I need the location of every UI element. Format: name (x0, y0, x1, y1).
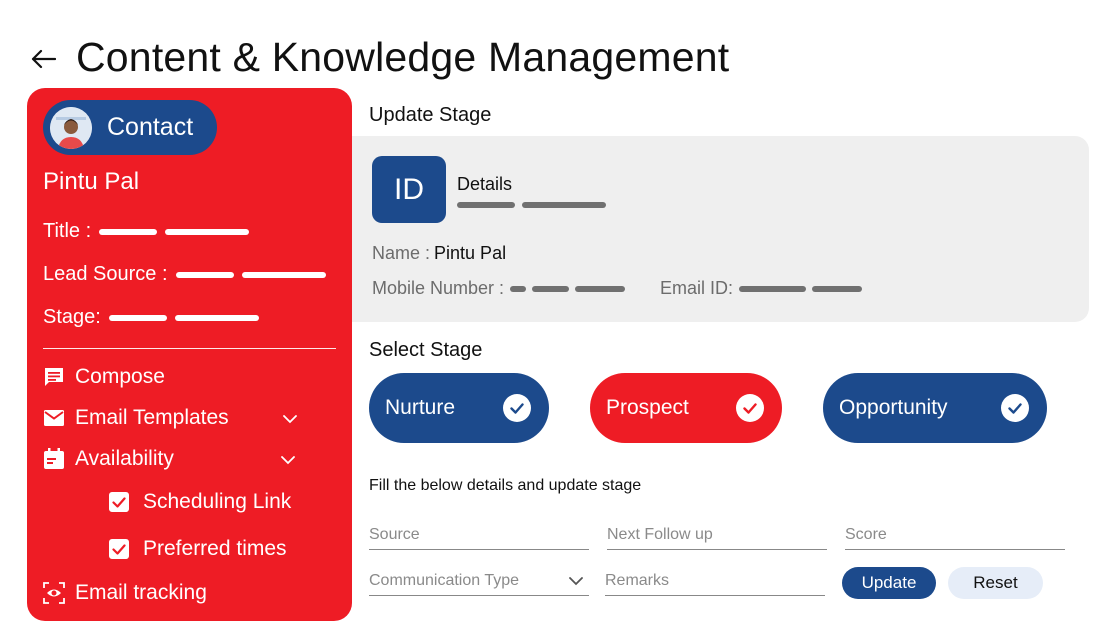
score-input[interactable] (845, 525, 1065, 544)
sidebar-item-email-tracking[interactable]: Email tracking (43, 581, 207, 605)
details-value-placeholder (457, 202, 515, 208)
mobile-label: Mobile Number : (372, 278, 505, 298)
next-follow-up-field (607, 520, 827, 550)
details-value-placeholder (522, 202, 606, 208)
mobile-value-placeholder (510, 285, 527, 292)
remarks-input[interactable] (605, 571, 825, 590)
name-value: Pintu Pal (434, 243, 507, 263)
update-button[interactable]: Update (842, 567, 936, 599)
sidebar-subitem-scheduling-link[interactable]: Scheduling Link (109, 490, 291, 514)
check-circle-icon (1001, 394, 1029, 422)
contact-pill[interactable]: Contact (43, 100, 217, 155)
lead-source-value-placeholder (175, 271, 234, 278)
check-circle-icon (736, 394, 764, 422)
stage-label: Prospect (606, 396, 689, 419)
sidebar-item-availability[interactable]: Availability (43, 447, 174, 471)
stage-row: Stage: (43, 306, 259, 329)
calendar-icon (43, 448, 65, 470)
title-label: Title : (43, 220, 92, 242)
name-label: Name : (372, 243, 431, 263)
select-stage-title: Select Stage (369, 339, 483, 361)
checkbox-checked-icon[interactable] (109, 492, 129, 512)
id-badge: ID (372, 156, 446, 223)
stage-label: Nurture (385, 396, 456, 419)
update-stage-title: Update Stage (369, 104, 492, 126)
email-value-placeholder (812, 285, 863, 292)
source-field (369, 520, 589, 550)
sidebar-item-label: Compose (75, 365, 165, 388)
stage-label: Stage: (43, 306, 101, 328)
sidebar-item-label: Email Templates (75, 406, 229, 429)
lead-source-label: Lead Source : (43, 263, 168, 285)
sidebar-item-compose[interactable]: Compose (43, 365, 165, 389)
title-row: Title : (43, 220, 250, 243)
back-arrow-icon[interactable] (28, 44, 58, 74)
reset-button[interactable]: Reset (948, 567, 1043, 599)
mobile-row: Mobile Number : (372, 278, 626, 299)
chevron-down-icon[interactable] (569, 574, 583, 588)
remarks-field (605, 566, 825, 596)
stage-option-nurture[interactable]: Nurture (369, 373, 549, 443)
sidebar-item-email-templates[interactable]: Email Templates (43, 406, 229, 430)
contact-name: Pintu Pal (43, 168, 140, 195)
email-row: Email ID: (660, 278, 863, 299)
check-circle-icon (503, 394, 531, 422)
next-follow-up-input[interactable] (607, 525, 827, 544)
eye-tracking-icon (43, 582, 65, 604)
sidebar-subitem-preferred-times[interactable]: Preferred times (109, 537, 287, 561)
title-value-placeholder (165, 228, 250, 235)
email-label: Email ID: (660, 278, 734, 298)
sidebar-item-label: Availability (75, 447, 174, 470)
score-field (845, 520, 1065, 550)
stage-value-placeholder (108, 314, 167, 321)
email-value-placeholder (739, 285, 807, 292)
mail-icon (43, 407, 65, 429)
sidebar-subitem-label: Preferred times (143, 537, 287, 560)
title-value-placeholder (99, 228, 158, 235)
mobile-value-placeholder (532, 285, 570, 292)
stage-label: Opportunity (839, 396, 948, 419)
lead-source-value-placeholder (241, 271, 326, 278)
chevron-down-icon[interactable] (280, 452, 296, 468)
avatar (50, 106, 92, 149)
mobile-value-placeholder (575, 285, 626, 292)
page-title: Content & Knowledge Management (76, 34, 730, 80)
stage-option-prospect[interactable]: Prospect (590, 373, 782, 443)
details-label: Details (457, 174, 513, 194)
form-instruction: Fill the below details and update stage (369, 477, 642, 494)
contact-sidebar: Contact Pintu Pal Title : Lead Source : … (27, 88, 352, 621)
stage-value-placeholder (174, 314, 259, 321)
communication-type-field (369, 566, 589, 596)
sidebar-divider (43, 348, 336, 349)
chevron-down-icon[interactable] (282, 411, 298, 427)
name-row: Name : Pintu Pal (372, 243, 506, 264)
communication-type-select[interactable] (369, 571, 589, 590)
stage-option-opportunity[interactable]: Opportunity (823, 373, 1047, 443)
source-input[interactable] (369, 525, 589, 544)
chat-icon (43, 366, 65, 388)
sidebar-item-label: Email tracking (75, 581, 207, 604)
contact-label: Contact (107, 113, 194, 141)
checkbox-checked-icon[interactable] (109, 539, 129, 559)
contact-details-card: ID Details Name : Pintu Pal Mobile Numbe… (352, 136, 1089, 322)
sidebar-subitem-label: Scheduling Link (143, 490, 292, 513)
lead-source-row: Lead Source : (43, 263, 326, 286)
